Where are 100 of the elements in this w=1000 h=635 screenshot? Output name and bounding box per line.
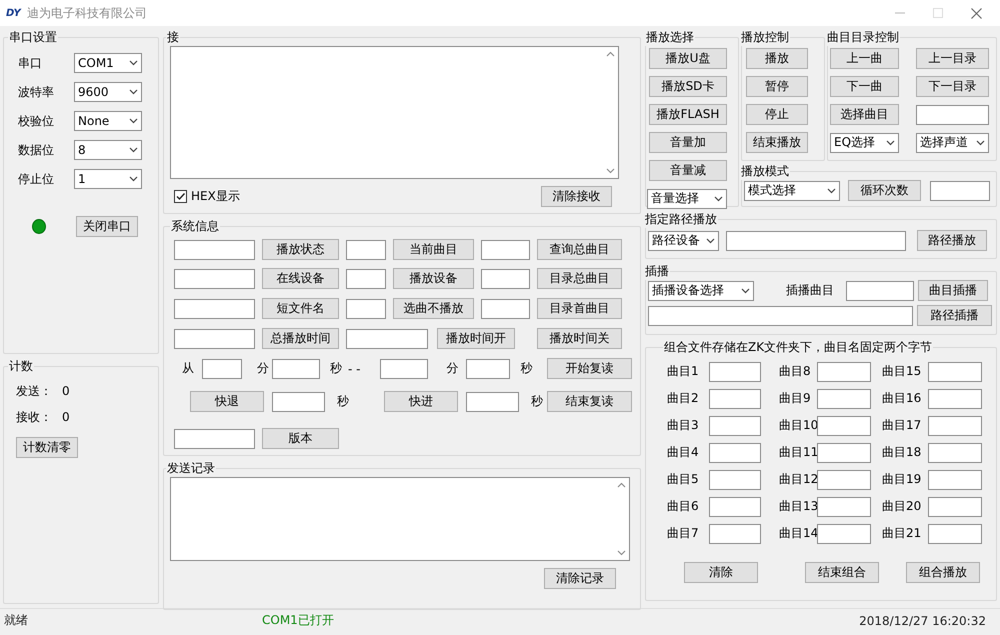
checkbox[interactable] (174, 190, 187, 202)
command-button[interactable]: 关闭串口 (76, 216, 138, 236)
text-field[interactable] (272, 358, 320, 378)
text-field[interactable] (346, 240, 386, 260)
text-field[interactable] (916, 104, 989, 124)
command-button[interactable]: 版本 (262, 428, 339, 449)
command-button[interactable]: 暂停 (746, 76, 808, 97)
command-button[interactable]: 组合播放 (906, 562, 980, 583)
command-button[interactable]: 音量加 (649, 132, 727, 153)
text-field[interactable] (930, 180, 990, 200)
command-button[interactable]: 结束播放 (746, 132, 808, 153)
text-field[interactable] (481, 298, 530, 318)
text-field[interactable] (817, 362, 871, 382)
command-button[interactable]: 在线设备 (262, 268, 339, 289)
command-button[interactable]: 清除接收 (541, 186, 612, 206)
text-field[interactable] (202, 358, 242, 378)
dropdown[interactable]: 模式选择 (744, 180, 840, 200)
command-button[interactable]: 停止 (746, 104, 808, 125)
command-button[interactable]: 播放时间关 (537, 328, 622, 349)
command-button[interactable]: 上一目录 (916, 48, 989, 69)
close-icon[interactable] (971, 8, 982, 18)
command-button[interactable]: 开始复读 (547, 358, 632, 379)
command-button[interactable]: 路径播放 (917, 230, 987, 251)
text-field[interactable] (709, 496, 761, 516)
command-button[interactable]: 清除 (684, 562, 758, 583)
command-button[interactable]: 选曲不播放 (393, 298, 474, 319)
command-button[interactable]: 目录首曲目 (537, 298, 622, 319)
text-field[interactable] (174, 240, 255, 260)
command-button[interactable]: 快退 (190, 391, 264, 412)
text-field[interactable] (709, 470, 761, 490)
text-field[interactable] (709, 416, 761, 436)
text-field[interactable] (346, 268, 386, 288)
command-button[interactable]: 音量减 (649, 160, 727, 181)
text-field[interactable] (928, 524, 982, 544)
dropdown[interactable]: 音量选择 (647, 188, 727, 208)
text-field[interactable] (466, 392, 519, 412)
command-button[interactable]: 快进 (384, 391, 458, 412)
text-field[interactable] (726, 230, 906, 250)
text-field[interactable] (174, 428, 255, 448)
command-button[interactable]: 播放FLASH (649, 104, 727, 125)
text-field[interactable] (846, 280, 914, 300)
text-field[interactable] (709, 442, 761, 462)
text-field[interactable] (928, 388, 982, 408)
command-button[interactable]: 播放时间开 (437, 328, 515, 349)
command-button[interactable]: 播放U盘 (649, 48, 727, 69)
command-button[interactable]: 查询总曲目 (537, 239, 622, 260)
command-button[interactable]: 上一曲 (830, 48, 899, 69)
text-field[interactable] (709, 362, 761, 382)
text-field[interactable] (174, 328, 255, 348)
text-field[interactable] (174, 268, 255, 288)
text-field[interactable] (481, 240, 530, 260)
text-field[interactable] (272, 392, 325, 412)
command-button[interactable]: 播放设备 (393, 268, 474, 289)
text-field[interactable] (817, 388, 871, 408)
dropdown[interactable]: 路径设备 (648, 230, 719, 250)
command-button[interactable]: 下一曲 (830, 76, 899, 97)
command-button[interactable]: 播放 (746, 48, 808, 69)
text-field[interactable] (709, 388, 761, 408)
command-button[interactable]: 当前曲目 (393, 239, 474, 260)
text-area[interactable] (170, 477, 630, 561)
command-button[interactable]: 结束组合 (805, 562, 879, 583)
text-field[interactable] (928, 496, 982, 516)
command-button[interactable]: 播放状态 (262, 239, 339, 260)
command-button[interactable]: 选择曲目 (830, 104, 899, 125)
text-field[interactable] (481, 268, 530, 288)
dropdown[interactable]: COM1 (74, 53, 142, 73)
text-field[interactable] (817, 442, 871, 462)
command-button[interactable]: 短文件名 (262, 298, 339, 319)
text-field[interactable] (928, 416, 982, 436)
text-field[interactable] (346, 298, 386, 318)
text-field[interactable] (817, 496, 871, 516)
command-button[interactable]: 清除记录 (544, 568, 616, 588)
text-field[interactable] (928, 362, 982, 382)
text-field[interactable] (817, 470, 871, 490)
command-button[interactable]: 播放SD卡 (649, 76, 727, 97)
command-button[interactable]: 结束复读 (547, 391, 632, 412)
text-field[interactable] (709, 524, 761, 544)
dropdown[interactable]: 8 (74, 140, 142, 160)
scroll-down-icon[interactable] (606, 168, 614, 174)
text-field[interactable] (928, 470, 982, 490)
dropdown[interactable]: 插播设备选择 (648, 280, 754, 300)
command-button[interactable]: 计数清零 (16, 436, 78, 458)
text-field[interactable] (928, 442, 982, 462)
text-field[interactable] (817, 524, 871, 544)
text-field[interactable] (817, 416, 871, 436)
dropdown[interactable]: 选择声道 (916, 132, 989, 152)
text-field[interactable] (346, 328, 428, 348)
text-field[interactable] (466, 358, 510, 378)
dropdown[interactable]: None (74, 111, 142, 131)
checkbox-label[interactable]: HEX显示 (191, 188, 240, 204)
scroll-up-icon[interactable] (606, 51, 614, 57)
command-button[interactable]: 总播放时间 (262, 328, 339, 349)
command-button[interactable]: 路径插播 (917, 305, 992, 326)
command-button[interactable]: 下一目录 (916, 76, 989, 97)
command-button[interactable]: 循环次数 (848, 180, 921, 201)
command-button[interactable]: 曲目插播 (918, 280, 988, 301)
text-field[interactable] (648, 306, 913, 326)
command-button[interactable]: 目录总曲目 (537, 268, 622, 289)
dropdown[interactable]: 1 (74, 169, 142, 189)
dropdown[interactable]: EQ选择 (830, 132, 899, 152)
